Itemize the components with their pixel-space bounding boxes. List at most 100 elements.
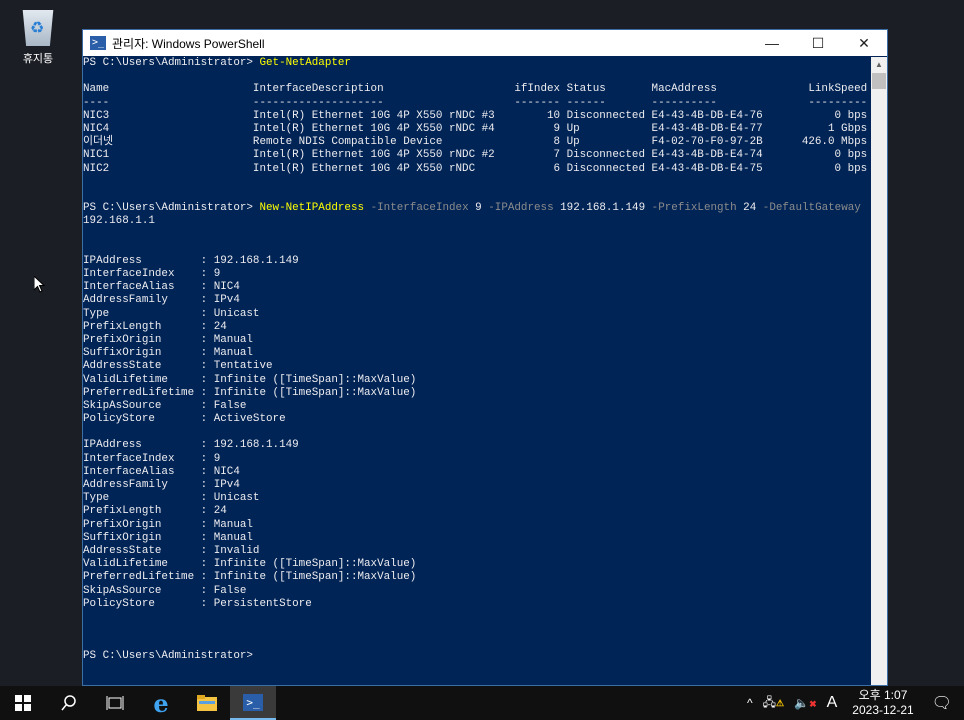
table-cell: MacAddress [651,83,717,96]
argument: 192.168.1.1 [83,215,155,228]
action-center-icon[interactable]: 🗨 [932,693,952,713]
task-view-button[interactable] [92,686,138,720]
table-cell: 이더넷 [83,136,114,149]
property-line: IPAddress : 192.168.1.149 [83,439,872,452]
task-view-icon [106,696,124,710]
table-cell: F4-02-70-F0-97-2B [651,136,763,149]
property-line: AddressFamily : IPv4 [83,294,872,307]
property-line: IPAddress : 192.168.1.149 [83,255,872,268]
property-name: Type [83,492,201,505]
prompt-line: PS C:\Users\Administrator> Get-NetAdapte… [83,57,872,70]
table-cell: 1 Gbps [827,122,868,135]
table-cell: NIC2 [83,162,110,175]
property-line: Type : Unicast [83,492,872,505]
search-button[interactable] [46,686,92,720]
argument: 192.168.1.149 [553,202,652,215]
property-name: SkipAsSource [83,399,201,412]
table-cell: 0 bps [834,109,868,122]
scroll-up-icon[interactable]: ▲ [871,57,887,73]
property-value: : Infinite ([TimeSpan]::MaxValue) [200,386,417,399]
internet-explorer-button[interactable]: e [138,686,184,720]
property-line: PreferredLifetime : Infinite ([TimeSpan]… [83,571,872,584]
table-header-underline: ---- -------------------- ------- ------ ---… [83,97,872,110]
property-value: : Invalid [200,544,260,557]
table-row: NIC2 Intel(R) Ethernet 10G 4P X550 rNDC 6 D… [83,163,872,176]
file-explorer-button[interactable] [184,686,230,720]
table-cell: NIC1 [83,149,110,162]
table-cell: ifIndex [514,83,561,96]
command: New-NetIPAddress [259,202,365,215]
network-warning-icon[interactable]: 🖧⚠ [763,693,784,714]
property-line: SkipAsSource : False [83,585,872,598]
start-button[interactable] [0,686,46,720]
property-value: : ActiveStore [200,413,286,426]
property-line: PrefixLength : 24 [83,321,872,334]
powershell-window: >_ 관리자: Windows PowerShell — ☐ ✕ PS C:\U… [82,29,888,686]
powershell-taskbar-button[interactable]: >_ [230,686,276,720]
title-bar[interactable]: >_ 관리자: Windows PowerShell — ☐ ✕ [83,30,887,56]
table-cell: Disconnected [566,162,646,175]
table-row: NIC4 Intel(R) Ethernet 10G 4P X550 rNDC #… [83,123,872,136]
table-cell: ------- [514,96,561,109]
property-value: : Manual [200,333,253,346]
table-cell: Disconnected [566,149,646,162]
property-name: SkipAsSource [83,584,201,597]
volume-muted-icon[interactable]: 🔈✖ [794,696,817,710]
clock[interactable]: 오후 1:07 2023-12-21 [852,688,913,718]
property-value: : Manual [200,518,253,531]
console-output[interactable]: PS C:\Users\Administrator> Get-NetAdapte… [83,57,872,685]
property-value: : PersistentStore [200,597,312,610]
clock-date: 2023-12-21 [852,703,914,717]
property-line: PrefixOrigin : Manual [83,334,872,347]
property-value: : 9 [200,268,221,280]
property-line: Type : Unicast [83,308,872,321]
table-cell: 8 [553,136,561,149]
table-cell: Name [83,83,110,96]
vertical-scrollbar[interactable]: ▲ [871,57,887,685]
property-value: : Unicast [200,307,260,320]
property-value: : IPv4 [200,479,240,491]
property-name: PrefixLength [83,505,201,518]
window-title: 관리자: Windows PowerShell [112,36,265,51]
minimize-button[interactable]: — [749,30,795,56]
property-value: : 9 [200,452,221,465]
property-name: AddressState [83,544,201,557]
table-cell: NIC4 [83,122,110,135]
property-value: : 24 [200,505,227,518]
property-line: InterfaceIndex : 9 [83,453,872,466]
property-name: SuffixOrigin [83,531,201,544]
close-button[interactable]: ✕ [841,30,887,56]
property-name: ValidLifetime [83,558,201,571]
property-line: PrefixOrigin : Manual [83,519,872,532]
table-cell: 7 [553,149,561,162]
property-name: AddressFamily [83,294,201,307]
property-name: PrefixOrigin [83,333,201,346]
property-name: PolicyStore [83,413,201,426]
table-cell: -------------------- [252,96,384,109]
scrollbar-thumb[interactable] [872,73,886,89]
windows-logo-icon [15,695,31,711]
property-name: InterfaceIndex [83,452,201,465]
show-hidden-icons-icon[interactable]: ^ [747,696,753,710]
property-name: Type [83,307,201,320]
command: Get-NetAdapter [259,57,351,69]
table-cell: Intel(R) Ethernet 10G 4P X550 rNDC #4 [252,122,495,135]
table-row: NIC3 Intel(R) Ethernet 10G 4P X550 rNDC #… [83,110,872,123]
prompt-line: PS C:\Users\Administrator> New-NetIPAddr… [83,202,872,215]
table-cell: Intel(R) Ethernet 10G 4P X550 rNDC #3 [252,109,495,122]
powershell-icon: >_ [243,693,263,711]
parameter: -InterfaceIndex [370,202,469,215]
maximize-button[interactable]: ☐ [795,30,841,56]
clock-time: 오후 1:07 [858,688,908,702]
table-cell: E4-43-4B-DB-E4-76 [651,109,763,122]
table-cell: ---------- [651,96,717,109]
table-cell: 10 [546,109,561,122]
ime-indicator[interactable]: A [827,694,838,712]
property-line: PolicyStore : ActiveStore [83,413,872,426]
property-name: InterfaceAlias [83,465,201,478]
recycle-bin[interactable]: 휴지통 [12,6,64,66]
table-header: Name InterfaceDescription ifIndex Status Mac… [83,83,872,96]
